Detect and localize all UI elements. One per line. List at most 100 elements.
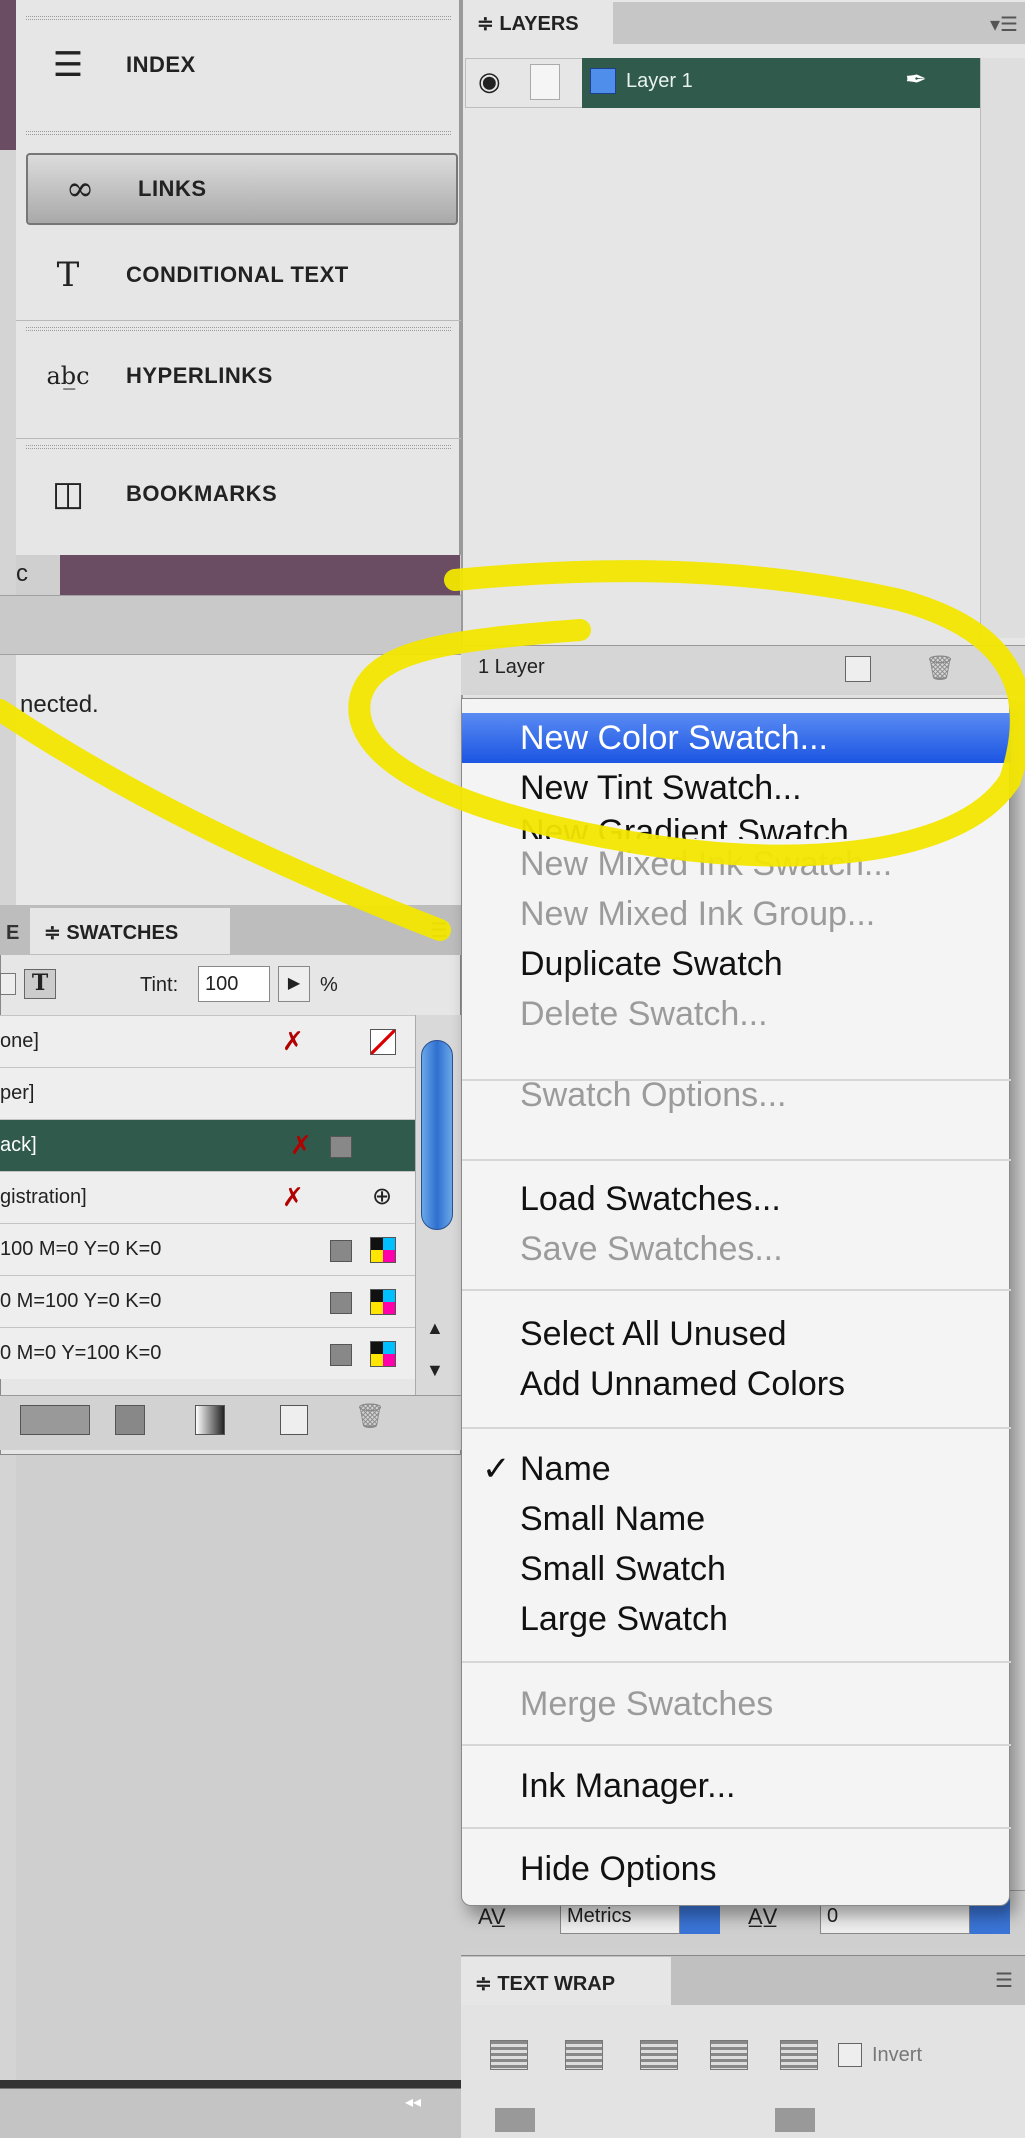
scroll-up-icon[interactable]: ▲ xyxy=(426,1318,444,1339)
menu-item-small-name[interactable]: Small Name xyxy=(462,1494,1011,1544)
layer-name[interactable]: Layer 1 xyxy=(626,70,693,93)
new-layer-icon[interactable] xyxy=(845,656,871,682)
tab-swatches[interactable]: ≑ SWATCHES xyxy=(30,908,230,954)
hidden-text-fragment: c xyxy=(16,560,28,587)
swatch-row[interactable]: one] ✗ xyxy=(0,1015,415,1067)
lock-toggle[interactable] xyxy=(530,64,560,100)
left-offset-field[interactable] xyxy=(775,2108,815,2132)
panel-dock: ☰ INDEX ∞ LINKS T CONDITIONAL TEXT ab̲c … xyxy=(16,0,461,555)
menu-item-new-color-swatch[interactable]: New Color Swatch... xyxy=(462,713,1011,763)
eye-icon[interactable]: ◉ xyxy=(478,66,501,97)
tint-slider-button[interactable]: ▶ xyxy=(278,966,310,1002)
scroll-down-icon[interactable]: ▼ xyxy=(426,1360,444,1381)
tint-input[interactable]: 100 xyxy=(198,966,270,1002)
swatch-name: one] xyxy=(0,1030,39,1052)
swatch-row[interactable]: ack] ✗ xyxy=(0,1119,415,1171)
swatch-name: 0 M=100 Y=0 K=0 xyxy=(0,1290,162,1312)
trash-icon[interactable]: 🗑 xyxy=(925,654,955,683)
menu-item-large-swatch[interactable]: Large Swatch xyxy=(462,1594,1011,1644)
none-swatch-icon xyxy=(370,1029,396,1055)
menu-separator xyxy=(462,1744,1011,1746)
hyperlinks-icon: ab̲c xyxy=(46,361,90,390)
swatch-row[interactable]: 100 M=0 Y=0 K=0 xyxy=(0,1223,415,1275)
swatch-row[interactable]: 0 M=0 Y=100 K=0 xyxy=(0,1327,415,1379)
text-formatting-toggle[interactable]: T xyxy=(24,969,56,999)
menu-item-label: Name xyxy=(520,1450,611,1488)
wrap-object-shape-icon[interactable] xyxy=(640,2040,678,2070)
panel-grip[interactable] xyxy=(26,131,451,135)
links-status-area: nected. xyxy=(16,655,461,905)
cmyk-icon xyxy=(370,1237,396,1263)
menu-separator xyxy=(462,1661,1011,1663)
pen-icon: ✒ xyxy=(905,64,927,94)
links-icon: ∞ xyxy=(65,169,95,209)
layers-scrollbar[interactable] xyxy=(980,58,1025,638)
menu-item-name[interactable]: ✓ Name xyxy=(462,1444,1011,1494)
dock-item-bookmarks[interactable]: ◫ BOOKMARKS xyxy=(16,438,461,548)
dock-item-label: INDEX xyxy=(126,52,196,77)
swatch-name: 0 M=0 Y=100 K=0 xyxy=(0,1342,162,1364)
menu-item-select-all-unused[interactable]: Select All Unused xyxy=(462,1309,1011,1359)
swatch-row[interactable]: 0 M=100 Y=0 K=0 xyxy=(0,1275,415,1327)
registration-icon: ⊕ xyxy=(372,1183,393,1210)
menu-item-duplicate-swatch[interactable]: Duplicate Swatch xyxy=(462,939,1011,989)
dock-item-label: CONDITIONAL TEXT xyxy=(126,262,349,287)
menu-item-save-swatches: Save Swatches... xyxy=(520,1230,783,1268)
collapse-icon[interactable]: ◂◂ xyxy=(405,2092,421,2112)
menu-item-hide-options[interactable]: Hide Options xyxy=(462,1844,1011,1894)
menu-separator xyxy=(462,1289,1011,1291)
menu-item-new-gradient-swatch[interactable]: New Gradient Swatch... xyxy=(462,809,1011,839)
new-swatch-icon[interactable] xyxy=(280,1405,308,1435)
menu-item-new-mixed-ink-swatch: New Mixed Ink Swatch... xyxy=(520,845,893,883)
process-color-icon xyxy=(330,1344,352,1366)
dock-item-hyperlinks[interactable]: ab̲c HYPERLINKS xyxy=(16,320,461,430)
swatch-row[interactable]: per] xyxy=(0,1067,415,1119)
trash-icon[interactable]: 🗑 xyxy=(355,1402,385,1431)
show-all-swatches-icon[interactable] xyxy=(20,1405,90,1435)
layers-tab-bar xyxy=(613,2,1025,44)
tab-text-wrap[interactable]: ≑ TEXT WRAP xyxy=(461,1957,671,2005)
no-wrap-icon[interactable] xyxy=(490,2040,528,2070)
kerning-icon: AV̲ xyxy=(478,1904,506,1929)
swatch-name: ack] xyxy=(0,1134,37,1156)
panel-grip[interactable] xyxy=(26,327,451,331)
layer-count: 1 Layer xyxy=(478,656,545,678)
swatch-name: 100 M=0 Y=0 K=0 xyxy=(0,1238,162,1260)
panel-menu-icon[interactable]: ☰ xyxy=(430,918,448,943)
show-gradient-swatches-icon[interactable] xyxy=(195,1405,225,1435)
top-offset-field[interactable] xyxy=(495,2108,535,2132)
show-color-swatches-icon[interactable] xyxy=(115,1405,145,1435)
scrollbar-thumb[interactable] xyxy=(421,1040,453,1230)
container-toggle[interactable] xyxy=(0,973,16,995)
document-background xyxy=(0,0,16,150)
menu-item-load-swatches[interactable]: Load Swatches... xyxy=(462,1174,1011,1224)
jump-next-column-icon[interactable] xyxy=(780,2040,818,2070)
tab-previous[interactable]: E xyxy=(0,912,30,954)
process-color-icon xyxy=(330,1240,352,1262)
menu-item-new-tint-swatch[interactable]: New Tint Swatch... xyxy=(462,763,1011,813)
menu-item-add-unnamed-colors[interactable]: Add Unnamed Colors xyxy=(462,1359,1011,1409)
panel-grip[interactable] xyxy=(26,445,451,449)
dock-item-index[interactable]: ☰ INDEX xyxy=(16,10,461,120)
process-color-icon xyxy=(330,1292,352,1314)
jump-object-icon[interactable] xyxy=(710,2040,748,2070)
text-wrap-body xyxy=(461,2005,1025,2138)
tracking-icon: A̲V̲ xyxy=(748,1904,778,1929)
invert-checkbox[interactable] xyxy=(838,2043,862,2067)
menu-item-swatch-options: Swatch Options... xyxy=(520,1076,787,1114)
dock-item-links[interactable]: ∞ LINKS xyxy=(26,153,458,225)
cmyk-icon xyxy=(370,1341,396,1367)
menu-item-ink-manager[interactable]: Ink Manager... xyxy=(462,1761,1011,1811)
tab-layers[interactable]: ≑ LAYERS xyxy=(463,2,613,44)
collapsed-panel xyxy=(0,2088,461,2138)
menu-separator xyxy=(462,1827,1011,1829)
wrap-bounding-box-icon[interactable] xyxy=(565,2040,603,2070)
index-icon: ☰ xyxy=(52,45,84,85)
panel-grip[interactable] xyxy=(26,16,451,20)
panel-menu-icon[interactable]: ▾☰ xyxy=(990,12,1018,37)
status-text: nected. xyxy=(20,691,99,718)
menu-item-small-swatch[interactable]: Small Swatch xyxy=(462,1544,1011,1594)
panel-menu-icon[interactable]: ☰ xyxy=(995,1968,1013,1993)
swatch-row[interactable]: gistration] ✗ ⊕ xyxy=(0,1171,415,1223)
dock-item-conditional-text[interactable]: T CONDITIONAL TEXT xyxy=(16,230,461,320)
